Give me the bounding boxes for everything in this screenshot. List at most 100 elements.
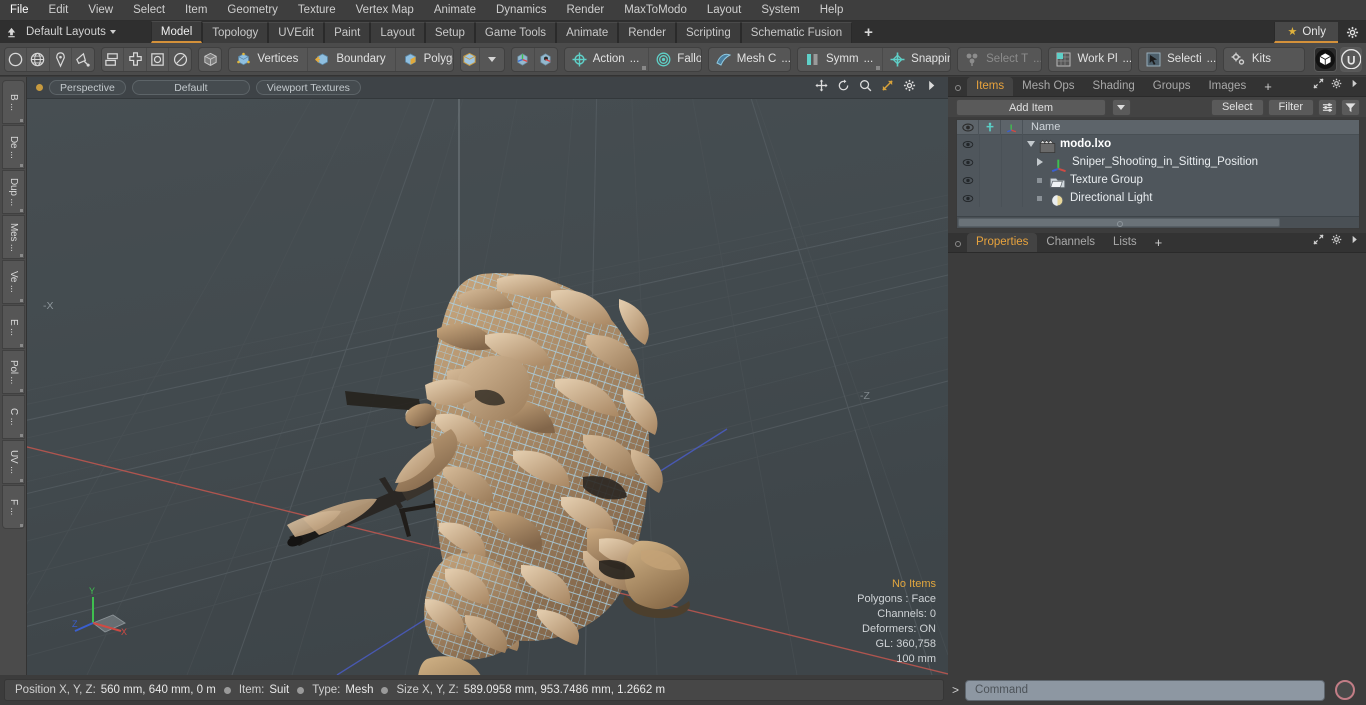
left-tab-duplicate[interactable]: Dup ... (2, 170, 25, 214)
expand-properties-icon[interactable] (1313, 232, 1324, 250)
row-lock-cell[interactable] (979, 135, 1001, 153)
add-tab-button[interactable]: + (852, 23, 885, 43)
row-visibility-icon[interactable] (957, 176, 979, 185)
left-tab-polygon[interactable]: Pol ... (2, 350, 25, 394)
tab-model[interactable]: Model (150, 21, 203, 43)
menu-item-edit[interactable]: Edit (39, 0, 79, 20)
row-transform-cell[interactable] (1001, 171, 1023, 189)
item-label-directional-light[interactable]: Directional Light (1023, 192, 1152, 207)
left-tab-mesh-edit[interactable]: Mes ... (2, 215, 25, 259)
work-plane-button[interactable]: Work Pl ... (1049, 48, 1131, 71)
tab-shading[interactable]: Shading (1084, 77, 1144, 96)
viewport-shading-mode[interactable]: Viewport Textures (255, 80, 361, 95)
globe-icon[interactable] (27, 47, 50, 71)
tab-uvedit[interactable]: UVEdit (268, 22, 325, 43)
row-transform-cell[interactable] (1001, 153, 1023, 171)
tab-lists[interactable]: Lists (1104, 233, 1146, 252)
items-add-tab-button[interactable]: + (1255, 78, 1281, 96)
modo-logo-icon[interactable] (1314, 46, 1337, 72)
row-visibility-icon[interactable] (957, 158, 979, 167)
menu-item-item[interactable]: Item (175, 0, 217, 20)
visibility-icon[interactable] (957, 119, 979, 135)
lock-icon[interactable] (979, 119, 1001, 135)
item-list-scroll-thumb[interactable] (958, 218, 1280, 227)
tab-channels[interactable]: Channels (1037, 233, 1104, 252)
menu-item-view[interactable]: View (78, 0, 123, 20)
only-toggle-button[interactable]: ★ Only (1274, 22, 1338, 43)
row-transform-cell[interactable] (1001, 135, 1023, 153)
item-row-directional-light[interactable]: Directional Light (957, 189, 1359, 207)
menu-item-geometry[interactable]: Geometry (217, 0, 288, 20)
menu-item-file[interactable]: File (0, 0, 39, 20)
menu-item-layout[interactable]: Layout (697, 0, 752, 20)
symmetry-icon[interactable] (124, 47, 147, 71)
expander-right-icon[interactable] (1037, 158, 1043, 166)
rotate-icon[interactable] (837, 79, 850, 97)
properties-add-tab-button[interactable]: + (1146, 234, 1172, 252)
fit-icon[interactable] (881, 79, 894, 97)
tab-game-tools[interactable]: Game Tools (474, 22, 557, 43)
menu-item-animate[interactable]: Animate (424, 0, 486, 20)
action-center-button[interactable]: Action ... (565, 47, 650, 71)
tab-paint[interactable]: Paint (324, 22, 371, 43)
item-cube-icon[interactable] (199, 48, 221, 71)
row-transform-cell[interactable] (1001, 189, 1023, 207)
row-visibility-icon[interactable] (957, 194, 979, 203)
left-tab-basic[interactable]: B ... (2, 80, 25, 124)
row-lock-cell[interactable] (979, 189, 1001, 207)
items-panel-menu-dot-icon[interactable] (955, 85, 961, 91)
tab-topology[interactable]: Topology (202, 22, 269, 43)
left-tab-curve[interactable]: C ... (2, 395, 25, 439)
tab-layout[interactable]: Layout (370, 22, 425, 43)
menu-item-texture[interactable]: Texture (288, 0, 346, 20)
viewport-canvas[interactable]: -X -Z No Items Polygons: Face Channels:… (27, 99, 948, 675)
properties-gear-icon[interactable] (1331, 232, 1342, 250)
viewport-3d[interactable]: Perspective Default Viewport Textures -X… (27, 77, 948, 675)
falloff-button[interactable]: Falloff (649, 48, 701, 71)
command-record-icon[interactable] (1335, 680, 1356, 700)
circle-icon[interactable] (5, 47, 28, 71)
mirror-icon[interactable] (102, 47, 125, 71)
tab-images[interactable]: Images (1199, 77, 1255, 96)
layout-selector[interactable]: Default Layouts (22, 21, 122, 43)
item-label-texture-group[interactable]: Texture Group (1023, 174, 1143, 189)
menu-item-maxtomodo[interactable]: MaxToModo (614, 0, 697, 20)
select-button[interactable]: Select (1210, 98, 1264, 116)
left-tab-vertex[interactable]: Ve ... (2, 260, 25, 304)
menu-item-dynamics[interactable]: Dynamics (486, 0, 556, 20)
menu-item-vertex-map[interactable]: Vertex Map (346, 0, 424, 20)
viewport-view-mode[interactable]: Perspective (49, 80, 126, 95)
item-mode-chevron-down-icon[interactable] (488, 56, 497, 62)
tab-scripting[interactable]: Scripting (675, 22, 741, 43)
left-tab-uv[interactable]: UV ... (2, 440, 25, 484)
item-label-scene[interactable]: modo.lxo (1023, 138, 1111, 153)
radial-icon[interactable] (169, 48, 191, 71)
item-row-scene[interactable]: modo.lxo (957, 135, 1359, 153)
menu-item-render[interactable]: Render (556, 0, 614, 20)
tab-items[interactable]: Items (967, 77, 1014, 96)
add-item-button[interactable]: Add Item (956, 98, 1106, 116)
add-item-chevron-down-icon[interactable] (1111, 98, 1131, 116)
kits-button[interactable]: Kits (1224, 48, 1304, 71)
item-row-texture-group[interactable]: Texture Group (957, 171, 1359, 189)
expand-panel-icon[interactable] (1313, 76, 1324, 94)
row-lock-cell[interactable] (979, 153, 1001, 171)
zoom-icon[interactable] (859, 79, 872, 97)
mesh-constraint-button[interactable]: Mesh C ... (709, 48, 790, 71)
tab-animate[interactable]: Animate (556, 22, 619, 43)
list-options-icon[interactable] (1318, 98, 1337, 116)
left-tab-deform[interactable]: De ... (2, 125, 25, 169)
left-tab-edge[interactable]: E ... (2, 305, 25, 349)
selection-mode-polygons[interactable]: Polygons (396, 48, 453, 71)
viewport-layout-preset[interactable]: Default (131, 80, 250, 95)
selection-mode-vertices[interactable]: Vertices (229, 47, 309, 71)
left-tab-fusion[interactable]: F ... (2, 485, 25, 529)
filter-button[interactable]: Filter (1267, 98, 1314, 116)
row-lock-cell[interactable] (979, 171, 1001, 189)
home-layout-icon[interactable] (0, 21, 22, 43)
tab-render[interactable]: Render (618, 22, 676, 43)
item-list[interactable]: Name modo.lxo Sniper_Shooting_in_Sitting… (956, 119, 1360, 229)
selection-mode-boundary[interactable]: Boundary (308, 47, 396, 71)
chevron-right-icon[interactable] (925, 79, 938, 97)
panel-gear-icon[interactable] (1331, 76, 1342, 94)
